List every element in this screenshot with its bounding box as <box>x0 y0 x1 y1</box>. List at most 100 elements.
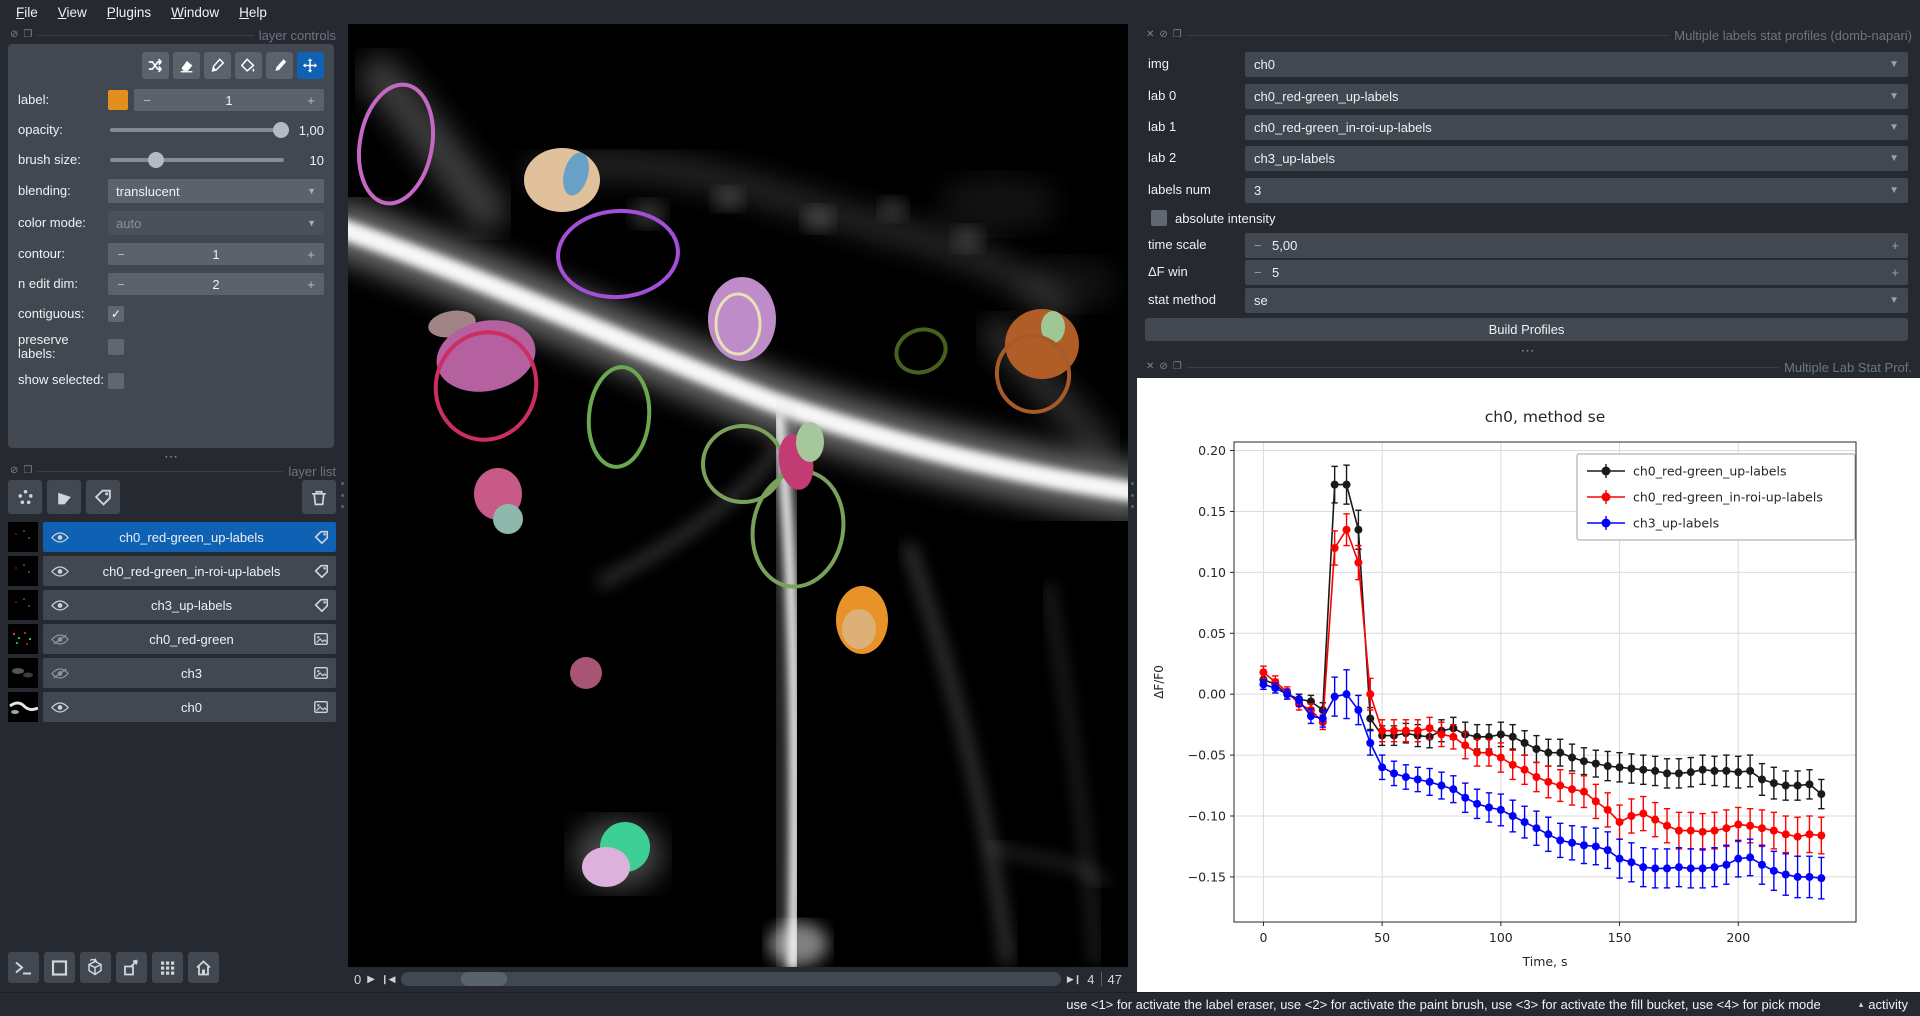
layer-thumbnail <box>8 556 38 586</box>
preserve-labels-checkbox[interactable] <box>108 339 124 356</box>
layer-visibility-toggle[interactable] <box>43 565 77 578</box>
layer-item-ch0_red-green_up-labels[interactable]: ch0_red-green_up-labels <box>43 522 336 552</box>
dock-resize-handle[interactable]: ⋯ <box>8 449 336 464</box>
increment-icon[interactable]: + <box>298 247 324 262</box>
layer-visibility-toggle[interactable] <box>43 701 77 714</box>
hide-panel-icon[interactable]: ❒ <box>1173 30 1182 40</box>
delete-layer-button[interactable] <box>302 480 336 514</box>
hide-panel-icon[interactable]: ❒ <box>23 466 32 476</box>
layer-visibility-toggle[interactable] <box>43 667 77 680</box>
close-icon[interactable]: ✕ <box>1146 30 1154 40</box>
layer-item-ch0[interactable]: ch0 <box>43 692 336 722</box>
lab-1-combobox[interactable]: ch0_red-green_in-roi-up-labels ▼ <box>1245 115 1908 140</box>
float-panel-icon[interactable]: ⊘ <box>10 466 18 476</box>
layer-item-ch3_up-labels[interactable]: ch3_up-labels <box>43 590 336 620</box>
frame-slider-track[interactable] <box>401 972 1061 986</box>
label-spinbox[interactable]: − 1 + <box>134 89 324 111</box>
show-selected-checkbox[interactable] <box>108 372 124 389</box>
console-button[interactable] <box>8 952 39 983</box>
menu-window[interactable]: Window <box>161 3 229 22</box>
chart-legend: ch0_red-green_up-labels ch0_red-green_in-… <box>1576 453 1856 541</box>
stat-method-combobox[interactable]: se ▼ <box>1245 288 1908 313</box>
right-splitter-handle[interactable] <box>1130 482 1134 508</box>
eye-visible-icon[interactable] <box>51 565 69 578</box>
decrement-icon[interactable]: − <box>134 93 160 108</box>
decrement-icon[interactable]: − <box>108 247 134 262</box>
decrement-icon[interactable]: − <box>108 277 134 292</box>
fill-bucket-button[interactable] <box>235 52 262 79</box>
layer-item-ch3[interactable]: ch3 <box>43 658 336 688</box>
grid-view-button[interactable] <box>152 952 183 983</box>
ΔF-win-spinbox[interactable]: −5 + <box>1245 260 1908 285</box>
increment-icon[interactable]: + <box>1881 238 1899 253</box>
menu-plugins[interactable]: Plugins <box>97 3 161 22</box>
contiguous-checkbox[interactable]: ✓ <box>108 306 124 322</box>
ndisplay-2d-button[interactable] <box>44 952 75 983</box>
img-combobox[interactable]: ch0 ▼ <box>1245 52 1908 77</box>
left-splitter-handle[interactable] <box>340 482 344 508</box>
lab-2-combobox[interactable]: ch3_up-labels ▼ <box>1245 146 1908 171</box>
skip-to-end-icon[interactable]: ▶❙ <box>1067 974 1081 985</box>
increment-icon[interactable]: + <box>298 277 324 292</box>
decrement-icon[interactable]: − <box>1254 238 1272 253</box>
eye-hidden-icon[interactable] <box>51 633 69 646</box>
increment-icon[interactable]: + <box>298 93 324 108</box>
float-panel-icon[interactable]: ⊘ <box>1159 30 1167 40</box>
decrement-icon[interactable]: − <box>1254 265 1272 280</box>
eye-visible-icon[interactable] <box>51 599 69 612</box>
neditdim-spinbox[interactable]: − 2 + <box>108 273 324 295</box>
layer-visibility-toggle[interactable] <box>43 531 77 544</box>
current-frame[interactable]: 4 <box>1087 972 1094 987</box>
shuffle-colors-button[interactable] <box>142 52 169 79</box>
layer-name: ch0_red-green <box>149 631 234 647</box>
roll-dimensions-button[interactable] <box>80 952 111 983</box>
time-scale-spinbox[interactable]: −5,00 + <box>1245 233 1908 258</box>
home-reset-view-button[interactable] <box>188 952 219 983</box>
float-panel-icon[interactable]: ⊘ <box>1159 362 1167 372</box>
labels-num-combobox[interactable]: 3 ▼ <box>1245 178 1908 203</box>
skip-to-start-icon[interactable]: ❙◀ <box>381 974 395 985</box>
label-color-swatch[interactable] <box>108 90 128 110</box>
opacity-slider[interactable] <box>108 120 289 140</box>
eye-visible-icon[interactable] <box>51 531 69 544</box>
contour-spinbox[interactable]: − 1 + <box>108 243 324 265</box>
close-icon[interactable]: ✕ <box>1146 362 1154 372</box>
menu-file[interactable]: File <box>6 3 48 22</box>
hide-panel-icon[interactable]: ❒ <box>23 30 32 40</box>
pan-zoom-button[interactable] <box>297 52 324 79</box>
color mode-combobox[interactable]: auto ▼ <box>108 211 324 235</box>
dock-resize-handle[interactable]: ⋯ <box>1137 343 1920 358</box>
eraser-button[interactable] <box>173 52 200 79</box>
play-icon[interactable]: ▶ <box>367 974 375 985</box>
hide-panel-icon[interactable]: ❒ <box>1173 362 1182 372</box>
transpose-dimensions-button[interactable] <box>116 952 147 983</box>
new-labels-layer-button[interactable] <box>86 480 120 514</box>
brush size-slider[interactable] <box>108 150 286 170</box>
build-profiles-button[interactable]: Build Profiles <box>1145 318 1908 341</box>
new-shapes-layer-button[interactable] <box>47 480 81 514</box>
layer-item-ch0_red-green_in-roi-up-labels[interactable]: ch0_red-green_in-roi-up-labels <box>43 556 336 586</box>
color-picker-button[interactable] <box>266 52 293 79</box>
new-points-layer-button[interactable] <box>8 480 42 514</box>
paintbrush-button[interactable] <box>204 52 231 79</box>
lab-0-combobox[interactable]: ch0_red-green_up-labels ▼ <box>1245 84 1908 109</box>
slider-handle[interactable] <box>148 152 165 168</box>
layer-visibility-toggle[interactable] <box>43 599 77 612</box>
increment-icon[interactable]: + <box>1881 265 1899 280</box>
layer-visibility-toggle[interactable] <box>43 633 77 646</box>
control-check <box>108 372 324 389</box>
menu-help[interactable]: Help <box>229 3 277 22</box>
float-panel-icon[interactable]: ⊘ <box>10 30 18 40</box>
slider-handle[interactable] <box>272 122 289 138</box>
eye-hidden-icon[interactable] <box>51 667 69 680</box>
layer-thumbnail <box>8 658 38 688</box>
blending-combobox[interactable]: translucent ▼ <box>108 179 324 203</box>
frame-slider-handle[interactable] <box>460 972 507 986</box>
image-canvas[interactable] <box>348 24 1128 967</box>
layer-item-ch0_red-green[interactable]: ch0_red-green <box>43 624 336 654</box>
menu-view[interactable]: View <box>48 3 97 22</box>
activity-button[interactable]: ▴ activity <box>1859 997 1908 1012</box>
absolute-intensity-checkbox[interactable] <box>1151 210 1167 226</box>
spin-value: 2 <box>212 276 220 292</box>
eye-visible-icon[interactable] <box>51 701 69 714</box>
